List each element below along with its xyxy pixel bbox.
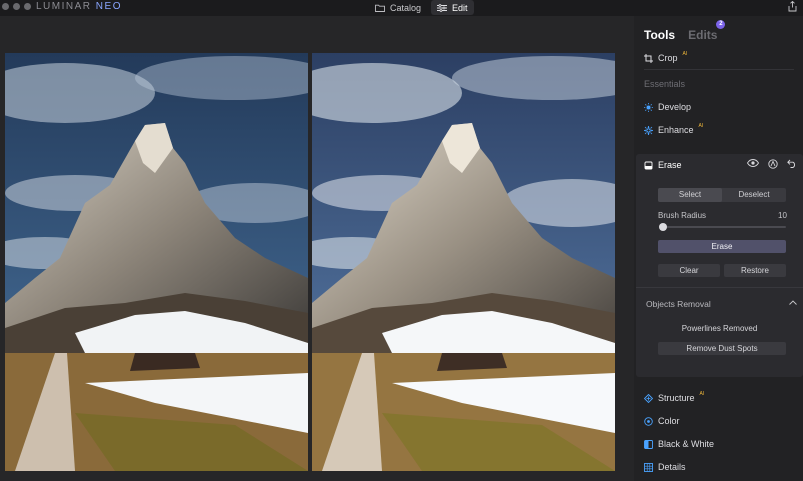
clear-button[interactable]: Clear bbox=[658, 264, 720, 277]
crop-icon bbox=[644, 53, 653, 63]
close-window-button[interactable] bbox=[2, 3, 9, 10]
details-grid-icon bbox=[644, 462, 653, 472]
tool-develop[interactable]: Develop bbox=[644, 102, 691, 112]
black-white-icon bbox=[644, 439, 653, 449]
brush-radius-knob[interactable] bbox=[658, 223, 667, 231]
erase-button[interactable]: Erase bbox=[658, 240, 786, 253]
maximize-window-button[interactable] bbox=[24, 3, 31, 10]
tool-structure[interactable]: Structure AI bbox=[644, 391, 705, 403]
erase-header-actions bbox=[747, 159, 797, 169]
edits-count-badge: 2 bbox=[716, 20, 726, 29]
essentials-heading: Essentials bbox=[644, 79, 686, 89]
tool-crop[interactable]: Crop AI bbox=[644, 51, 688, 63]
ai-badge: AI bbox=[699, 391, 705, 397]
brush-radius-slider[interactable] bbox=[658, 223, 786, 231]
before-photo[interactable] bbox=[5, 53, 308, 471]
logo-text: LUMINAR bbox=[36, 1, 92, 12]
eraser-icon bbox=[644, 161, 653, 169]
tool-black-white[interactable]: Black & White bbox=[644, 439, 714, 449]
objects-removal-heading: Objects Removal bbox=[646, 299, 711, 309]
brush-radius-value: 10 bbox=[778, 211, 787, 220]
tab-catalog-label: Catalog bbox=[390, 2, 422, 13]
tool-crop-label: Crop bbox=[658, 53, 678, 63]
ai-badge: AI bbox=[698, 123, 704, 129]
window-controls bbox=[2, 3, 31, 10]
eye-icon[interactable] bbox=[747, 159, 759, 167]
minimize-window-button[interactable] bbox=[13, 3, 20, 10]
tool-develop-label: Develop bbox=[658, 102, 692, 112]
after-photo[interactable] bbox=[312, 53, 615, 471]
tab-catalog[interactable]: Catalog bbox=[369, 0, 427, 15]
mask-icon[interactable] bbox=[768, 159, 778, 169]
tool-structure-label: Structure bbox=[658, 393, 695, 403]
structure-icon bbox=[644, 393, 653, 403]
powerlines-removed-status: Powerlines Removed bbox=[681, 324, 758, 333]
mountain-photo-before bbox=[5, 53, 308, 471]
deselect-button[interactable]: Deselect bbox=[722, 188, 786, 202]
tab-edits-label: Edits bbox=[688, 28, 718, 42]
tool-black-white-label: Black & White bbox=[658, 439, 715, 449]
sliders-icon bbox=[437, 3, 447, 12]
color-wheel-icon bbox=[644, 416, 653, 426]
tool-enhance-label: Enhance bbox=[658, 125, 694, 135]
tool-details-label: Details bbox=[658, 462, 686, 472]
tool-color-label: Color bbox=[658, 416, 680, 426]
divider bbox=[644, 69, 794, 70]
remove-dust-spots-button[interactable]: Remove Dust Spots bbox=[658, 342, 786, 355]
panel-tabs: Tools Edits 2 bbox=[644, 20, 726, 42]
sparkle-icon bbox=[644, 125, 653, 135]
logo-accent: NEO bbox=[95, 1, 122, 12]
erase-tool-panel: Erase Select Deselect Brush Radius 10 Er… bbox=[636, 154, 803, 377]
tools-panel: Tools Edits 2 Crop AI Essentials Develop… bbox=[634, 16, 803, 481]
luminar-neo-window: LUMINAR NEO Catalog Edit Tools Edits 2 C… bbox=[0, 0, 803, 481]
app-logo: LUMINAR NEO bbox=[36, 1, 122, 12]
select-button[interactable]: Select bbox=[658, 188, 722, 202]
erase-header[interactable]: Erase bbox=[644, 160, 682, 170]
tool-color[interactable]: Color bbox=[644, 416, 680, 426]
brush-radius-label: Brush Radius bbox=[658, 211, 707, 220]
tab-edit-label: Edit bbox=[452, 2, 468, 13]
sun-icon bbox=[644, 102, 653, 112]
folder-icon bbox=[375, 4, 385, 12]
share-icon[interactable] bbox=[788, 1, 797, 12]
tool-details[interactable]: Details bbox=[644, 462, 686, 472]
tab-tools[interactable]: Tools bbox=[644, 28, 675, 42]
divider bbox=[636, 287, 803, 288]
image-canvas[interactable] bbox=[0, 16, 634, 481]
tab-edit[interactable]: Edit bbox=[431, 0, 474, 15]
restore-button[interactable]: Restore bbox=[724, 264, 786, 277]
tool-enhance[interactable]: Enhance AI bbox=[644, 123, 704, 135]
tab-edits[interactable]: Edits 2 bbox=[688, 20, 726, 42]
chevron-up-icon[interactable] bbox=[789, 300, 797, 305]
mountain-photo-after bbox=[312, 53, 615, 471]
title-bar: LUMINAR NEO Catalog Edit bbox=[0, 0, 803, 16]
select-mode-toggle: Select Deselect bbox=[658, 188, 786, 202]
erase-title: Erase bbox=[658, 160, 682, 170]
undo-icon[interactable] bbox=[787, 159, 797, 168]
ai-badge: AI bbox=[682, 51, 688, 57]
